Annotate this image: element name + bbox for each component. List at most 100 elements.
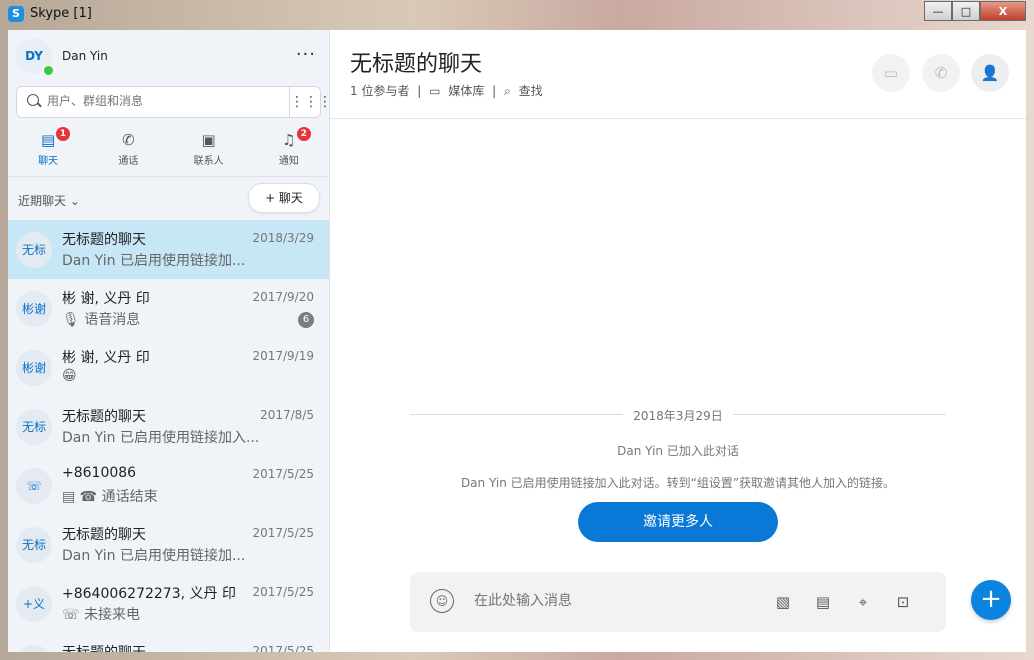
video-message-icon[interactable]: ⊡ bbox=[890, 590, 916, 614]
audio-call-button[interactable]: ✆ bbox=[922, 54, 960, 92]
chat-list-item[interactable]: +义 +864006272273, 义丹 印 2017/5/25 ☏ 未接来电 bbox=[8, 574, 329, 633]
divider bbox=[8, 176, 329, 177]
chat-preview: ☏ 未接来电 bbox=[62, 607, 140, 623]
chat-list-item[interactable]: 无标 无标题的聊天 2018/3/29 Dan Yin 已启用使用链接加... bbox=[8, 220, 329, 279]
location-icon[interactable]: ⌖ bbox=[850, 590, 876, 614]
recent-chats-dropdown[interactable]: 近期聊天 ⌄ bbox=[18, 192, 80, 209]
chat-avatar: +义 bbox=[16, 586, 52, 622]
chat-list-item[interactable]: 无标 无标题的聊天 2017/8/5 Dan Yin 已启用使用链接加入... bbox=[8, 397, 329, 456]
contacts-icon: ▣ bbox=[201, 131, 216, 149]
tab-chat[interactable]: ▤ 聊天 1 bbox=[8, 126, 88, 172]
chat-list-item[interactable]: 无标 无标题的聊天 2017/5/25 bbox=[8, 633, 329, 652]
chat-avatar: 无标 bbox=[16, 645, 52, 652]
date-divider: 2018年3月29日 bbox=[330, 407, 1026, 424]
tab-contacts[interactable]: ▣ 联系人 bbox=[169, 126, 249, 172]
chat-preview: Dan Yin 已启用使用链接加... bbox=[62, 253, 246, 269]
chat-date: 2017/5/25 bbox=[252, 585, 314, 599]
chat-name: +8610086 bbox=[62, 465, 137, 481]
participants-link[interactable]: 1 位参与者 bbox=[350, 84, 409, 98]
search-input[interactable] bbox=[45, 93, 279, 109]
chat-date: 2017/9/19 bbox=[252, 349, 314, 363]
window-title: Skype [1] bbox=[30, 6, 92, 21]
phone-icon: ✆ bbox=[934, 64, 948, 82]
chat-preview: 🎙 语音消息 bbox=[62, 312, 141, 328]
chat-name: 无标题的聊天 bbox=[62, 642, 146, 652]
new-chat-button[interactable]: + 聊天 bbox=[248, 183, 320, 213]
conversation-pane: 无标题的聊天 1 位参与者 | ▭ 媒体库 | ⌕ 查找 ▭ ✆ 👤 2018年… bbox=[330, 30, 1026, 652]
chat-preview: 😁 bbox=[62, 368, 77, 384]
system-message: Dan Yin 已启用使用链接加入此对话。转到“组设置”获取邀请其他人加入的链接… bbox=[460, 476, 896, 490]
tab-label: 通知 bbox=[278, 156, 299, 167]
add-content-button[interactable]: + bbox=[971, 580, 1011, 620]
chat-name: 无标题的聊天 bbox=[62, 232, 146, 248]
chat-name: 彬 谢, 义丹 印 bbox=[62, 350, 150, 366]
sidebar: DY Dan Yin ··· ⋮⋮⋮ ▤聊天1✆通话▣联系人♫通知2 近期聊天 … bbox=[8, 30, 330, 652]
presence-online-icon bbox=[42, 64, 55, 77]
maximize-button[interactable]: □ bbox=[952, 1, 980, 21]
media-gallery-icon: ▭ bbox=[429, 84, 441, 98]
date-divider-label: 2018年3月29日 bbox=[623, 409, 733, 423]
chevron-down-icon: ⌄ bbox=[69, 194, 80, 208]
more-options-button[interactable]: ··· bbox=[296, 44, 316, 65]
skype-app-icon: S bbox=[8, 6, 24, 22]
chat-date: 2017/5/25 bbox=[252, 467, 314, 481]
unread-badge: 2 bbox=[296, 127, 311, 141]
chat-avatar: 无标 bbox=[16, 409, 52, 445]
add-person-icon: 👤 bbox=[980, 64, 1000, 82]
message-composer: ☺ ▧ ▤ ⌖ ⊡ bbox=[410, 572, 946, 632]
chat-list: 无标 无标题的聊天 2018/3/29 Dan Yin 已启用使用链接加... 彬谢彬 … bbox=[8, 220, 329, 652]
chat-avatar: ☏ bbox=[16, 468, 52, 504]
profile-name: Dan Yin bbox=[62, 49, 108, 63]
meta-separator: | bbox=[492, 84, 497, 98]
tab-label: 聊天 bbox=[38, 156, 59, 167]
tab-label: 联系人 bbox=[193, 156, 224, 167]
add-participants-button[interactable]: 👤 bbox=[971, 54, 1009, 92]
plus-icon: + bbox=[980, 584, 1002, 614]
video-call-button[interactable]: ▭ bbox=[872, 54, 910, 92]
close-button[interactable]: X bbox=[980, 1, 1026, 21]
chat-list-item[interactable]: 无标 无标题的聊天 2017/5/25 Dan Yin 已启用使用链接加... bbox=[8, 515, 329, 574]
media-icon[interactable]: ▧ bbox=[770, 590, 796, 614]
chat-avatar: 无标 bbox=[16, 527, 52, 563]
title-bar: S Skype [1] — □ X bbox=[0, 0, 1034, 28]
chat-preview: ▤ ☎ 通话结束 bbox=[62, 489, 158, 505]
chat-date: 2017/9/20 bbox=[252, 290, 314, 304]
video-camera-icon: ▭ bbox=[883, 64, 899, 82]
chat-list-item[interactable]: ☏ +8610086 2017/5/25 ▤ ☎ 通话结束 bbox=[8, 456, 329, 515]
chat-list-item[interactable]: 彬谢彬 谢, 义丹 印 2017/9/20 🎙 语音消息 6 bbox=[8, 279, 329, 338]
conversation-meta: 1 位参与者 | ▭ 媒体库 | ⌕ 查找 bbox=[350, 82, 547, 99]
chat-name: 无标题的聊天 bbox=[62, 409, 146, 425]
chat-avatar: 彬谢 bbox=[16, 350, 52, 386]
emoji-icon[interactable]: ☺ bbox=[430, 589, 454, 613]
meta-separator: | bbox=[417, 84, 422, 98]
search-box[interactable]: ⋮⋮⋮ bbox=[16, 86, 329, 118]
tab-phone[interactable]: ✆ 通话 bbox=[88, 126, 168, 172]
phone-icon: ✆ bbox=[122, 131, 135, 149]
chat-preview: Dan Yin 已启用使用链接加入... bbox=[62, 430, 260, 446]
contact-card-icon[interactable]: ▤ bbox=[810, 590, 836, 614]
chat-date: 2017/8/5 bbox=[260, 408, 314, 422]
message-input[interactable] bbox=[472, 592, 726, 610]
invite-more-button[interactable]: 邀请更多人 bbox=[578, 502, 778, 542]
chat-date: 2018/3/29 bbox=[252, 231, 314, 245]
chat-name: 无标题的聊天 bbox=[62, 527, 146, 543]
find-link[interactable]: 查找 bbox=[519, 84, 543, 98]
dialpad-icon[interactable]: ⋮⋮⋮ bbox=[289, 87, 329, 117]
nav-tabs: ▤ 聊天 1 ✆ 通话 ▣ 联系人 ♫ 通知 2 bbox=[8, 126, 329, 172]
recent-chats-label: 近期聊天 bbox=[18, 194, 67, 208]
tab-bell[interactable]: ♫ 通知 2 bbox=[249, 126, 329, 172]
bell-icon: ♫ bbox=[282, 131, 296, 149]
chat-list-item[interactable]: 彬谢彬 谢, 义丹 印 2017/9/19 😁 bbox=[8, 338, 329, 397]
profile-header[interactable]: DY Dan Yin ··· bbox=[16, 38, 316, 77]
search-icon bbox=[27, 94, 39, 106]
chat-date: 2017/5/25 bbox=[252, 644, 314, 652]
minimize-button[interactable]: — bbox=[924, 1, 952, 21]
conversation-title[interactable]: 无标题的聊天 bbox=[350, 46, 482, 78]
unread-badge: 1 bbox=[56, 127, 70, 141]
window-controls: — □ X bbox=[924, 1, 1026, 21]
tab-label: 通话 bbox=[118, 156, 139, 167]
chat-avatar: 无标 bbox=[16, 232, 52, 268]
chat-name: +864006272273, 义丹 印 bbox=[62, 586, 236, 602]
media-gallery-link[interactable]: 媒体库 bbox=[448, 84, 484, 98]
unread-count-badge: 6 bbox=[298, 312, 314, 328]
